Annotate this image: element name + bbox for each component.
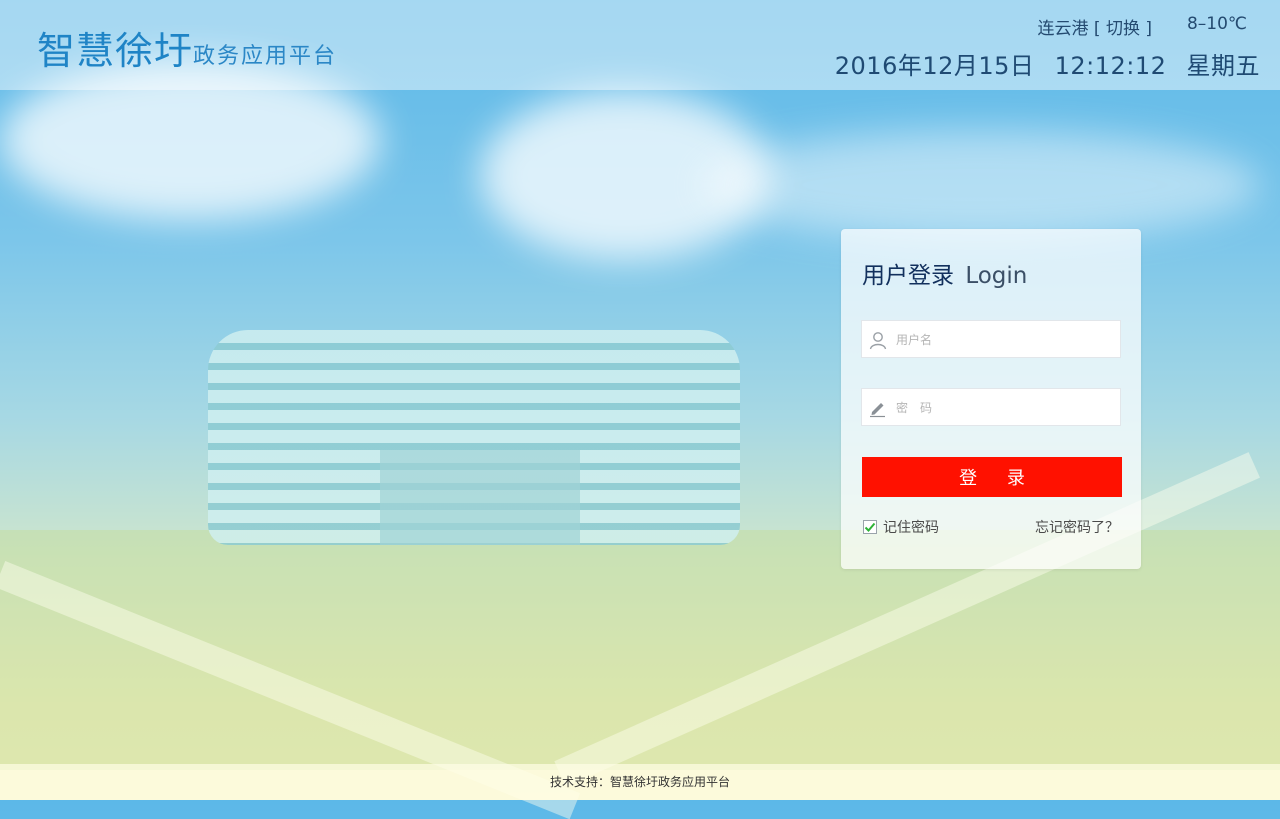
login-panel: 用户登录 Login 登 录 记住密码 忘记密码了？ (841, 229, 1141, 569)
user-icon (868, 330, 888, 350)
password-input[interactable] (894, 389, 1118, 427)
time-text: 12:12:12 (1054, 52, 1167, 80)
remember-label: 记住密码 (883, 520, 939, 536)
temperature: 8–10℃ (1186, 14, 1247, 34)
remember-password[interactable]: 记住密码 (863, 517, 939, 537)
cloud (700, 130, 1260, 240)
check-icon (864, 522, 876, 532)
footer: 技术支持：智慧徐圩政务应用平台 (0, 764, 1280, 800)
username-field (861, 320, 1121, 359)
password-field (861, 388, 1121, 427)
datetime: 2016年12月15日 12:12:12 星期五 (835, 46, 1260, 81)
username-input[interactable] (894, 321, 1118, 359)
city-name: 连云港 (1037, 19, 1089, 39)
login-title: 用户登录 Login (862, 256, 1027, 290)
login-button[interactable]: 登 录 (862, 457, 1122, 497)
footer-text: 技术支持：智慧徐圩政务应用平台 (549, 775, 730, 789)
remember-checkbox[interactable] (863, 520, 877, 534)
pencil-icon (868, 398, 888, 418)
login-title-cn: 用户登录 (862, 263, 954, 289)
brand-subtitle: 政务应用平台 (193, 44, 338, 69)
building-entrance (380, 450, 580, 545)
forgot-password-link[interactable]: 忘记密码了？ (1035, 517, 1119, 537)
city-switch-link[interactable]: [ 切换 ] (1094, 19, 1152, 39)
top-header: 智慧徐圩 政务应用平台 连云港 [ 切换 ] 8–10℃ 2016年12月15日… (0, 0, 1280, 90)
date-text: 2016年12月15日 (834, 52, 1035, 80)
login-title-en: Login (965, 263, 1028, 289)
weekday-text: 星期五 (1186, 52, 1260, 80)
city-selector: 连云港 [ 切换 ] (1038, 14, 1152, 39)
brand-name: 智慧徐圩 (37, 29, 194, 73)
